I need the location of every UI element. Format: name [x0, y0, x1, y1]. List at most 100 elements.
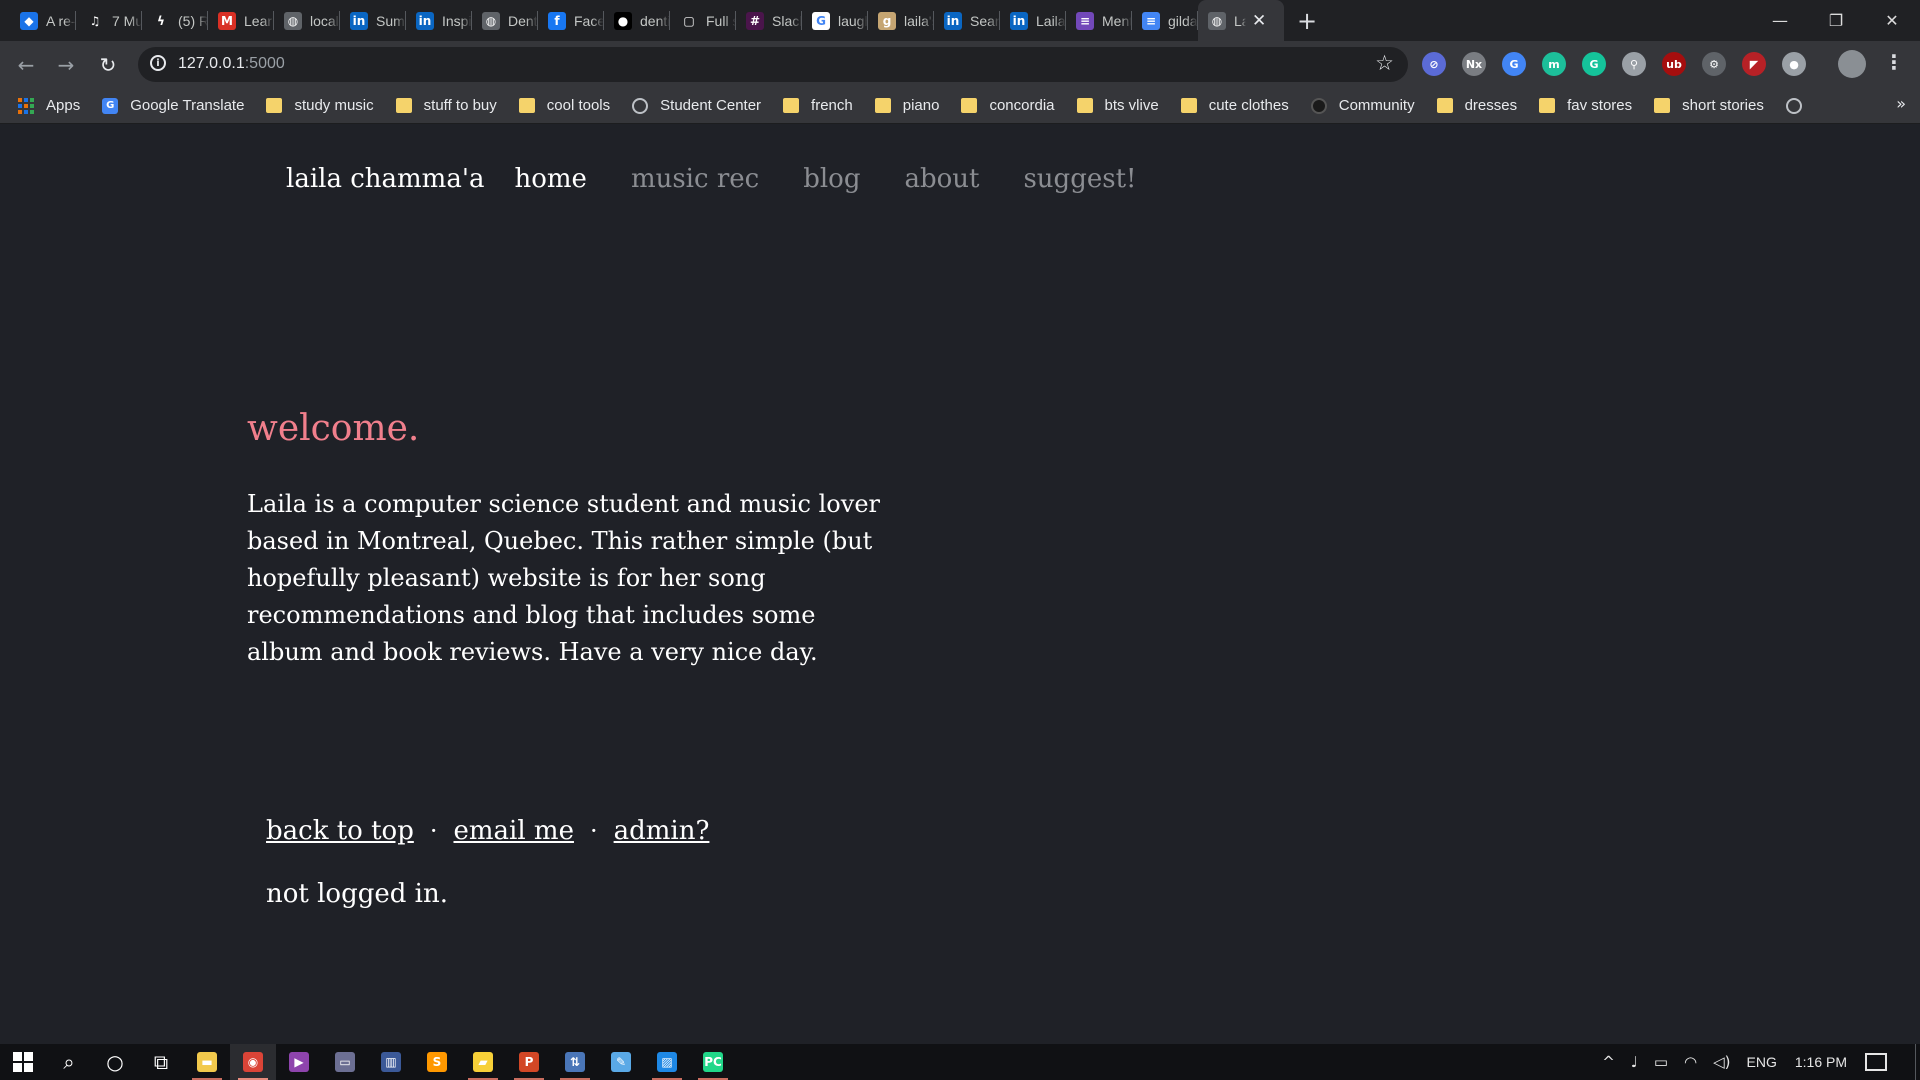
- taskbar-item[interactable]: ▰: [460, 1044, 506, 1080]
- bookmark-item[interactable]: stuff to buy: [395, 97, 497, 114]
- bookmark-item[interactable]: dresses: [1436, 97, 1517, 114]
- bookmarks-overflow-icon[interactable]: »: [1896, 94, 1906, 113]
- nav-link-home[interactable]: home: [514, 164, 586, 194]
- taskbar-item[interactable]: ⇅: [552, 1044, 598, 1080]
- browser-tab[interactable]: ≡ gilda: [1132, 0, 1198, 41]
- new-tab-button[interactable]: +: [1290, 0, 1324, 41]
- taskbar-item[interactable]: ◉: [230, 1044, 276, 1080]
- back-to-top-link[interactable]: back to top: [266, 816, 414, 846]
- bookmark-item[interactable]: short stories: [1654, 97, 1764, 114]
- browser-tab[interactable]: ▢ Full st: [670, 0, 736, 41]
- bookmark-item[interactable]: cool tools: [518, 97, 610, 114]
- bookmark-item[interactable]: piano: [874, 97, 939, 114]
- language-indicator[interactable]: ENG: [1747, 1054, 1777, 1070]
- browser-tab[interactable]: ◆ A re-: [10, 0, 76, 41]
- puzzle-icon[interactable]: ⚲: [1622, 52, 1646, 76]
- tray-chevron-icon[interactable]: ^: [1602, 1053, 1615, 1071]
- microphone-icon[interactable]: ♩: [1631, 1053, 1638, 1071]
- taskbar-item[interactable]: ▨: [644, 1044, 690, 1080]
- bookmark-item[interactable]: fav stores: [1539, 97, 1632, 114]
- taskbar-item[interactable]: [0, 1044, 46, 1080]
- browser-tab[interactable]: f Faceb: [538, 0, 604, 41]
- ublock-icon[interactable]: ub: [1662, 52, 1686, 76]
- taskbar-item[interactable]: P: [506, 1044, 552, 1080]
- bookmark-item[interactable]: cute clothes: [1180, 97, 1289, 114]
- taskbar-item[interactable]: PC: [690, 1044, 736, 1080]
- notifications-icon[interactable]: [1865, 1053, 1887, 1071]
- bookmark-star-icon[interactable]: ☆: [1375, 51, 1394, 75]
- url-text[interactable]: 127.0.0.1:5000: [178, 55, 285, 73]
- forward-button[interactable]: →: [46, 41, 86, 88]
- bookmark-item[interactable]: G Google Translate: [102, 97, 244, 114]
- bookmark-item[interactable]: Apps: [18, 97, 80, 114]
- address-bar[interactable]: i 127.0.0.1:5000 ☆: [138, 47, 1408, 82]
- site-name[interactable]: laila chamma'a: [286, 164, 484, 194]
- tab-title: Sumn: [376, 12, 406, 29]
- browser-tab[interactable]: in Sumn: [340, 0, 406, 41]
- record-icon[interactable]: ●: [1782, 52, 1806, 76]
- close-window-button[interactable]: ✕: [1864, 0, 1920, 41]
- bookmark-item[interactable]: study music: [266, 97, 374, 114]
- taskbar-item[interactable]: ⌕: [46, 1044, 92, 1080]
- browser-tab[interactable]: g laila's: [868, 0, 934, 41]
- taskbar-item[interactable]: ⧉: [138, 1044, 184, 1080]
- bookmark-item[interactable]: [1785, 97, 1814, 114]
- slack-icon: #: [746, 11, 764, 30]
- block-icon[interactable]: ⊘: [1422, 52, 1446, 76]
- tab-title: laugh: [838, 12, 868, 29]
- bookmark-item[interactable]: Community: [1310, 97, 1415, 114]
- wifi-icon[interactable]: ◠: [1684, 1053, 1697, 1071]
- show-desktop-button[interactable]: [1915, 1044, 1920, 1080]
- browser-tab[interactable]: in Inspir: [406, 0, 472, 41]
- profile-avatar[interactable]: [1838, 50, 1866, 78]
- browser-tab[interactable]: ϟ (5) Re: [142, 0, 208, 41]
- minimize-button[interactable]: —: [1752, 0, 1808, 41]
- browser-tab[interactable]: in Laila: [1000, 0, 1066, 41]
- m-circle-icon[interactable]: m: [1542, 52, 1566, 76]
- tab-title: Laila: [1036, 12, 1066, 29]
- back-button[interactable]: ←: [6, 41, 46, 88]
- red-ext-icon[interactable]: ◤: [1742, 52, 1766, 76]
- clock[interactable]: 1:16 PM: [1795, 1054, 1847, 1070]
- taskbar-item[interactable]: ○: [92, 1044, 138, 1080]
- nav-link-about[interactable]: about: [904, 164, 979, 194]
- battery-icon[interactable]: ▭: [1654, 1053, 1668, 1071]
- admin-link[interactable]: admin?: [614, 816, 710, 846]
- browser-tab[interactable]: ◍ locall: [274, 0, 340, 41]
- bookmark-item[interactable]: Student Center: [632, 97, 761, 114]
- taskbar-item[interactable]: ▬: [184, 1044, 230, 1080]
- browser-tab[interactable]: ♫ 7 Mu: [76, 0, 142, 41]
- browser-tab[interactable]: M Learn: [208, 0, 274, 41]
- bookmark-item[interactable]: french: [783, 97, 853, 114]
- browser-tab[interactable]: ≡ Ment: [1066, 0, 1132, 41]
- taskbar-item[interactable]: ▶: [276, 1044, 322, 1080]
- volume-icon[interactable]: ◁): [1713, 1053, 1730, 1071]
- browser-tab[interactable]: in Searc: [934, 0, 1000, 41]
- taskbar-item[interactable]: S: [414, 1044, 460, 1080]
- lightning-icon: ϟ: [152, 11, 170, 30]
- browser-tab[interactable]: Glaugh: [802, 0, 868, 41]
- browser-menu-icon[interactable]: ⋮: [1884, 50, 1904, 74]
- browser-tab-active[interactable]: ◍ La ✕: [1198, 0, 1284, 41]
- bookmark-item[interactable]: bts vlive: [1076, 97, 1159, 114]
- info-icon[interactable]: i: [150, 55, 166, 71]
- bookmark-item[interactable]: concordia: [961, 97, 1055, 114]
- nav-link-music-rec[interactable]: music rec: [631, 164, 759, 194]
- restore-button[interactable]: ❐: [1808, 0, 1864, 41]
- folder-icon: [1654, 98, 1671, 113]
- taskbar-item[interactable]: ▥: [368, 1044, 414, 1080]
- reload-button[interactable]: ↻: [88, 41, 128, 88]
- gear-icon[interactable]: ⚙: [1702, 52, 1726, 76]
- nav-link-blog[interactable]: blog: [803, 164, 860, 194]
- email-me-link[interactable]: email me: [453, 816, 573, 846]
- close-tab-icon[interactable]: ✕: [1252, 11, 1266, 31]
- grammarly-icon[interactable]: G: [1582, 52, 1606, 76]
- nav-link-suggest[interactable]: suggest!: [1023, 164, 1136, 194]
- taskbar-item[interactable]: ✎: [598, 1044, 644, 1080]
- browser-tab[interactable]: # Slack: [736, 0, 802, 41]
- translate-icon[interactable]: G: [1502, 52, 1526, 76]
- taskbar-item[interactable]: ▭: [322, 1044, 368, 1080]
- browser-tab[interactable]: ● denti: [604, 0, 670, 41]
- nx-icon[interactable]: Nx: [1462, 52, 1486, 76]
- browser-tab[interactable]: ◍ Denti: [472, 0, 538, 41]
